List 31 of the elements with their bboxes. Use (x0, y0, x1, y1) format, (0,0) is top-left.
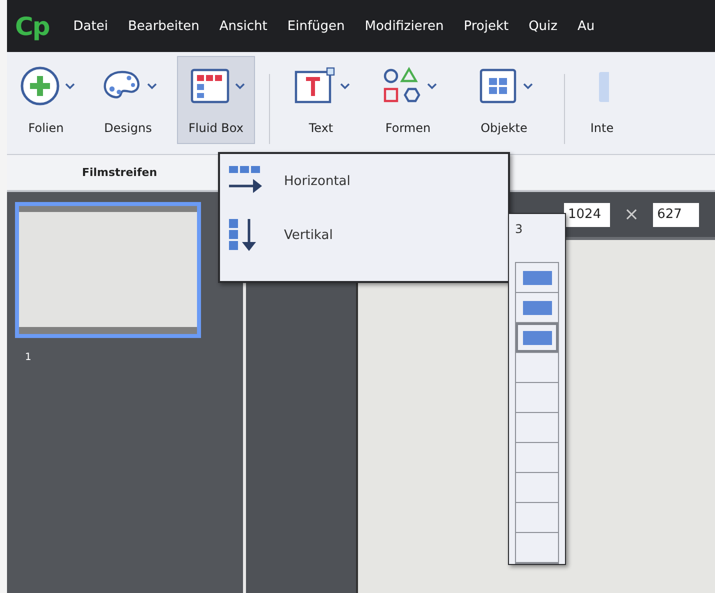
chevron-icon (522, 82, 532, 90)
menu-item[interactable]: Datei (63, 18, 118, 34)
menu-item[interactable]: Ansicht (209, 18, 278, 34)
toolbar-button[interactable]: Formen (362, 56, 454, 144)
toolbar-button[interactable]: Text (284, 56, 358, 144)
menu-item[interactable]: Au (568, 18, 605, 34)
toolbar-button[interactable]: Designs (83, 56, 173, 144)
slide-thumbnail[interactable] (15, 202, 201, 338)
chevron-icon (234, 82, 244, 90)
slide-number: 1 (24, 352, 32, 363)
menu-item[interactable]: Projekt (454, 18, 519, 34)
times-sign: × (624, 204, 640, 225)
width-field[interactable]: 1024 (564, 202, 610, 226)
chevron-icon (64, 82, 74, 90)
toolbar-button[interactable]: Inte (579, 56, 625, 144)
menu-item[interactable]: Einfügen (277, 18, 355, 34)
toolbar-button[interactable]: Fluid Box (177, 56, 255, 144)
picker-cell[interactable] (516, 323, 558, 353)
chevron-icon (146, 82, 156, 90)
chevron-icon (426, 82, 436, 90)
menu-item[interactable]: Modifizieren (354, 18, 454, 34)
height-field[interactable]: 627 (653, 202, 700, 226)
menu-option[interactable]: Vertikal (228, 218, 488, 252)
toolbar-button[interactable]: Folien (13, 56, 79, 144)
count-label: 3 (515, 222, 523, 236)
menu-item[interactable]: Bearbeiten (118, 18, 210, 34)
menu-option[interactable]: Horizontal (228, 164, 488, 198)
app-logo: Cp (15, 12, 50, 40)
toolbar-button[interactable]: Objekte (458, 56, 550, 144)
menu-item[interactable]: Quiz (518, 18, 568, 34)
chevron-icon (340, 82, 350, 90)
